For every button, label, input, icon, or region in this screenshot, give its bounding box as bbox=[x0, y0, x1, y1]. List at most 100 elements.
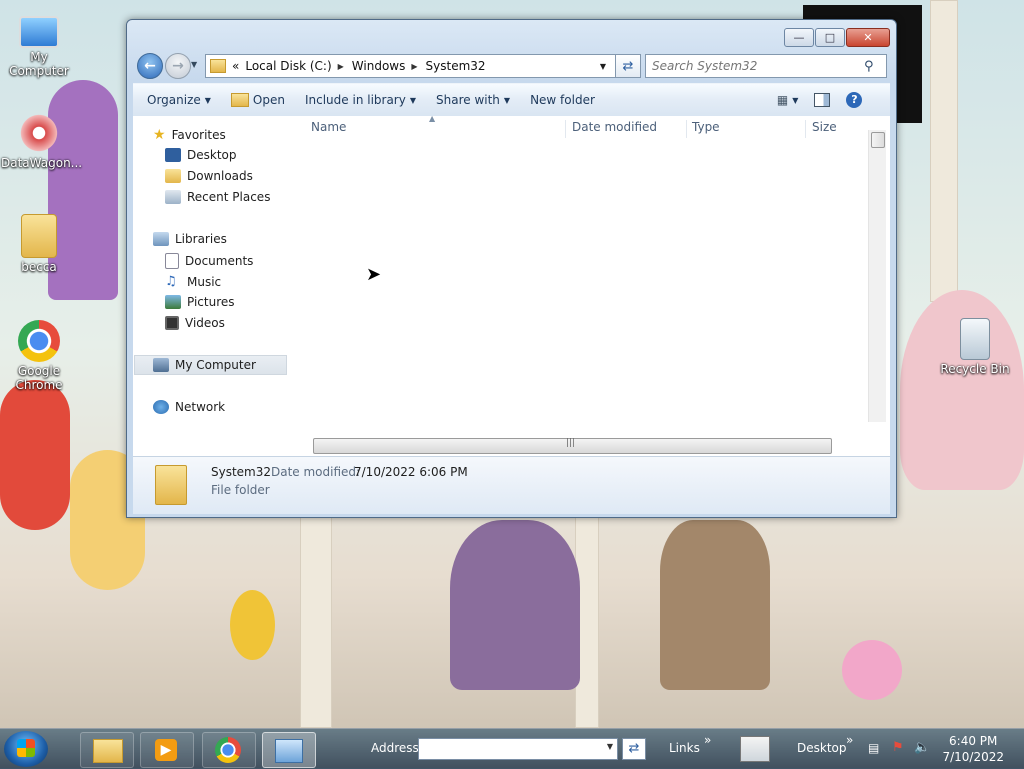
address-overflow[interactable]: « bbox=[232, 59, 239, 73]
taskbar: ▶ Address ▼ ⇄ Links » Desktop » ▤ ⚑ 🔈 6:… bbox=[0, 728, 1024, 769]
horizontal-scrollbar[interactable]: ||| bbox=[313, 438, 832, 454]
column-divider[interactable] bbox=[686, 120, 687, 138]
organize-button[interactable]: Organize ▼ bbox=[147, 93, 211, 107]
music-icon: ♫ bbox=[165, 274, 177, 289]
nav-recent-places[interactable]: Recent Places bbox=[165, 190, 270, 204]
breadcrumb-arrow-icon[interactable]: ▶ bbox=[411, 62, 417, 71]
include-in-library-button[interactable]: Include in library ▼ bbox=[305, 93, 416, 107]
links-chevron-icon[interactable]: » bbox=[704, 733, 711, 747]
nav-label: Network bbox=[175, 400, 226, 414]
maximize-button[interactable]: □ bbox=[815, 28, 845, 47]
refresh-icon: ⇄ bbox=[622, 58, 634, 74]
column-header-type[interactable]: Type bbox=[692, 120, 720, 134]
chevron-down-icon[interactable]: ▼ bbox=[607, 742, 613, 751]
computer-icon bbox=[153, 358, 169, 372]
address-dropdown-icon[interactable]: ▼ bbox=[600, 62, 606, 71]
column-divider[interactable] bbox=[565, 120, 566, 138]
open-button[interactable]: Open bbox=[230, 93, 285, 107]
breadcrumb-arrow-icon[interactable]: ▶ bbox=[338, 62, 344, 71]
explorer-window[interactable]: — □ ✕ ← → ▼ « Local Disk (C:) ▶ Windows … bbox=[126, 19, 897, 518]
network-icon bbox=[153, 400, 169, 414]
address-bar[interactable]: « Local Disk (C:) ▶ Windows ▶ System32 ▼ bbox=[205, 54, 639, 78]
column-header-size[interactable]: Size bbox=[812, 120, 837, 134]
nav-network[interactable]: Network bbox=[153, 400, 225, 414]
taskbar-media-player-button[interactable]: ▶ bbox=[140, 732, 194, 768]
taskbar-control-panel-button[interactable] bbox=[262, 732, 316, 768]
pictures-icon bbox=[165, 295, 181, 309]
taskbar-address-input[interactable]: ▼ bbox=[418, 738, 618, 760]
share-label: Share with bbox=[436, 93, 500, 107]
chrome-icon bbox=[18, 320, 60, 362]
open-label: Open bbox=[252, 93, 285, 107]
forward-button[interactable]: → bbox=[165, 53, 191, 79]
close-button[interactable]: ✕ bbox=[846, 28, 890, 47]
recent-pages-chevron-icon[interactable]: ▼ bbox=[191, 60, 197, 69]
system-clock[interactable]: 6:40 PM 7/10/2022 bbox=[942, 733, 1004, 765]
nav-pictures[interactable]: Pictures bbox=[165, 295, 235, 309]
details-pane: System32 Date modified: 7/10/2022 6:06 P… bbox=[133, 456, 890, 514]
desktop-icon-datawagon[interactable]: DataWagon... bbox=[1, 112, 82, 170]
column-divider[interactable] bbox=[805, 120, 806, 138]
taskbar-explorer-button[interactable] bbox=[80, 732, 134, 768]
taskbar-chrome-button[interactable] bbox=[202, 732, 256, 768]
breadcrumb-windows[interactable]: Windows bbox=[352, 59, 406, 73]
grip-icon: ||| bbox=[566, 438, 576, 448]
refresh-button[interactable]: ⇄ bbox=[615, 54, 641, 78]
preview-pane-button[interactable] bbox=[814, 93, 831, 107]
mouse-cursor: ➤ bbox=[366, 264, 382, 285]
desktop-chevron-icon[interactable]: » bbox=[846, 733, 853, 747]
search-input[interactable] bbox=[646, 58, 864, 74]
navigation-bar: ← → ▼ « Local Disk (C:) ▶ Windows ▶ Syst… bbox=[135, 52, 888, 79]
chrome-icon bbox=[215, 737, 241, 763]
desktop-toolbar-label[interactable]: Desktop bbox=[797, 741, 847, 755]
nav-desktop[interactable]: Desktop bbox=[165, 148, 237, 162]
tablet-input-icon[interactable] bbox=[740, 736, 770, 762]
chevron-down-icon: ▼ bbox=[792, 95, 799, 105]
start-button[interactable] bbox=[4, 731, 48, 767]
file-list[interactable]: Name ▲ Date modified Type Size ||| ➤ bbox=[293, 114, 890, 456]
star-icon: ★ bbox=[153, 127, 166, 143]
go-button[interactable]: ⇄ bbox=[622, 738, 646, 760]
breadcrumb-local-disk[interactable]: Local Disk (C:) bbox=[245, 59, 331, 73]
minimize-button[interactable]: — bbox=[784, 28, 814, 47]
share-with-button[interactable]: Share with ▼ bbox=[436, 93, 510, 107]
nav-my-computer[interactable]: My Computer bbox=[134, 355, 287, 375]
network-tray-icon[interactable]: ▤ bbox=[868, 741, 879, 755]
vertical-scrollbar[interactable] bbox=[868, 130, 886, 422]
action-center-flag-icon[interactable]: ⚑ bbox=[892, 740, 904, 755]
column-header-name[interactable]: Name bbox=[311, 120, 346, 134]
nav-videos[interactable]: Videos bbox=[165, 316, 225, 330]
nav-music[interactable]: ♫ Music bbox=[165, 274, 221, 289]
nav-documents[interactable]: Documents bbox=[165, 253, 253, 269]
nav-label: Recent Places bbox=[187, 190, 271, 204]
desktop-icon-recycle-bin[interactable]: Recycle Bin bbox=[937, 318, 1013, 376]
vertical-scroll-thumb[interactable] bbox=[871, 132, 885, 148]
search-box[interactable]: ⚲ bbox=[645, 54, 887, 78]
desktop-icon-becca[interactable]: becca bbox=[1, 214, 77, 274]
search-icon[interactable]: ⚲ bbox=[864, 59, 874, 74]
details-date-label: Date modified: bbox=[271, 465, 361, 479]
folder-icon bbox=[93, 739, 123, 763]
help-button[interactable]: ? bbox=[846, 92, 863, 108]
desktop-icon-label: DataWagon... bbox=[1, 156, 83, 170]
nav-favorites[interactable]: ★ Favorites bbox=[153, 127, 226, 143]
links-toolbar-label[interactable]: Links bbox=[669, 741, 700, 755]
organize-label: Organize bbox=[147, 93, 201, 107]
back-button[interactable]: ← bbox=[137, 53, 163, 79]
folder-open-icon bbox=[230, 93, 249, 107]
details-date-value: 7/10/2022 6:06 PM bbox=[354, 465, 468, 479]
navigation-pane: ★ Favorites Desktop Downloads Recent Plac… bbox=[133, 116, 294, 456]
nav-libraries[interactable]: Libraries bbox=[153, 232, 227, 246]
breadcrumb-system32[interactable]: System32 bbox=[426, 59, 486, 73]
column-header-date-modified[interactable]: Date modified bbox=[572, 120, 657, 134]
view-options-button[interactable]: ▦ ▼ bbox=[777, 93, 799, 107]
volume-icon[interactable]: 🔈 bbox=[914, 740, 930, 755]
desktop-icon-my-computer[interactable]: My Computer bbox=[1, 12, 77, 78]
new-folder-button[interactable]: New folder bbox=[530, 93, 595, 107]
nav-downloads[interactable]: Downloads bbox=[165, 169, 253, 183]
desktop-icon-label: becca bbox=[21, 260, 57, 274]
nav-label: Downloads bbox=[187, 169, 253, 183]
desktop-icon-google-chrome[interactable]: Google Chrome bbox=[1, 320, 77, 392]
nav-label: Pictures bbox=[187, 295, 235, 309]
desktop-icon bbox=[165, 148, 181, 162]
